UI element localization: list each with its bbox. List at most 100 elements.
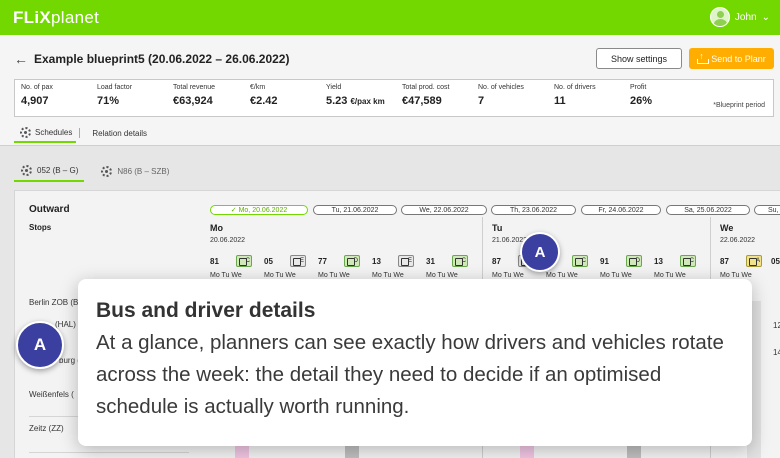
tab-schedules-label: Schedules (35, 127, 73, 137)
stat-load-factor: Load factor 71% (97, 84, 132, 107)
stat-value: 5.23 €/pax km (326, 95, 385, 107)
stat-vehicles: No. of vehicles 7 (478, 84, 524, 107)
kpi-summary: No. of pax 4,907 Load factor 71% Total r… (14, 79, 774, 117)
tab-divider (79, 128, 81, 138)
trip-number: 05 (771, 257, 780, 266)
route-tab-label: 052 (B – G) (37, 165, 79, 175)
bus-icon: A (746, 255, 762, 267)
chevron-down-icon: ⌄ (761, 11, 770, 23)
stat-value: €63,924 (173, 95, 213, 107)
flixplanet-logo[interactable]: FLiXplanet (13, 8, 99, 28)
date-pill-sun[interactable]: Su, 26.06.2022 (754, 205, 780, 215)
stat-value-number: 5.23 (326, 95, 348, 107)
stat-label: €/km (250, 84, 266, 91)
trip-card[interactable]: 05 E Mo Tu We (264, 254, 306, 282)
stat-label: Yield (326, 84, 342, 91)
trip-card[interactable]: 05 (771, 254, 780, 282)
date-pill-tue[interactable]: Tu, 21.06.2022 (313, 205, 397, 215)
trip-card[interactable]: 81 C Mo Tu We (210, 254, 252, 282)
trip-days: Mo Tu We (600, 272, 632, 279)
bus-icon: C (452, 255, 468, 267)
feature-callout: Bus and driver details At a glance, plan… (78, 279, 752, 446)
trip-number: 81 (210, 257, 219, 266)
stop-name: Berlin ZOB (B (29, 298, 79, 307)
send-to-planr-label: Send to Planr (711, 53, 766, 64)
back-arrow-icon[interactable]: ← (14, 51, 28, 67)
stat-pax: No. of pax 4,907 (21, 84, 53, 107)
trip-number: 05 (264, 257, 273, 266)
blueprint-note: *Blueprint period (713, 102, 765, 109)
upload-icon (697, 51, 710, 64)
trip-time: 14 (773, 348, 780, 357)
top-bar: FLiXplanet John ⌄ (0, 0, 780, 35)
annotation-marker[interactable]: A (520, 232, 560, 272)
trip-number: 91 (600, 257, 609, 266)
trip-time: 12 (773, 321, 780, 330)
stat-label: No. of vehicles (478, 84, 524, 91)
bus-icon: E (398, 255, 414, 267)
stat-yield: Yield 5.23 €/pax km (326, 84, 385, 107)
date-pill-wed[interactable]: We, 22.06.2022 (401, 205, 487, 215)
stop-name: Weißenfels ( (29, 390, 74, 399)
trip-days: Mo Tu We (492, 272, 524, 279)
bus-icon: D (344, 255, 360, 267)
trip-number: 87 (492, 257, 501, 266)
trip-days: Mo Tu We (546, 272, 578, 279)
day-name: We (720, 223, 734, 233)
trip-card[interactable]: 13 E Mo Tu We (372, 254, 414, 282)
trip-days: Mo Tu We (426, 272, 458, 279)
bus-icon: D (626, 255, 642, 267)
stat-value-unit: €/pax km (350, 97, 385, 106)
stat-value: €2.42 (250, 95, 278, 107)
trip-card[interactable]: 77 D Mo Tu We (318, 254, 360, 282)
show-settings-button[interactable]: Show settings (596, 48, 682, 69)
annotation-marker[interactable]: A (16, 321, 64, 369)
stop-name: burg ( (59, 356, 80, 365)
route-tab-052[interactable]: 052 (B – G) (14, 160, 85, 182)
trip-number: 13 (372, 257, 381, 266)
stop-name: (HAL) (55, 320, 76, 329)
stat-value: €47,589 (402, 95, 442, 107)
bus-icon: E (290, 255, 306, 267)
stat-label: Total revenue (173, 84, 216, 91)
day-name: Mo (210, 223, 223, 233)
stat-value: 11 (554, 95, 566, 107)
avatar (709, 7, 730, 27)
user-name: John (734, 11, 757, 23)
stop-name: Zeitz (ZZ) (29, 424, 64, 433)
stat-profit: Profit 26% (630, 84, 652, 107)
view-tabs: Schedules Relation details (14, 123, 151, 143)
tab-schedules[interactable]: Schedules (14, 123, 77, 143)
user-menu[interactable]: John ⌄ (709, 7, 770, 27)
stat-value: 7 (478, 95, 485, 107)
stat-eur-per-km: €/km €2.42 (250, 84, 278, 107)
stat-total-prod-cost: Total prod. cost €47,589 (402, 84, 449, 107)
bus-icon: C (680, 255, 696, 267)
blueprint-header: ← Example blueprint5 (20.06.2022 – 26.06… (0, 35, 780, 146)
trip-number: 77 (318, 257, 327, 266)
trip-card[interactable]: 91 D Mo Tu We (600, 254, 642, 282)
date-pill-sat[interactable]: Sa, 25.06.2022 (666, 205, 750, 215)
date-pill-fri[interactable]: Fr, 24.06.2022 (581, 205, 661, 215)
callout-body: At a glance, planners can see exactly ho… (96, 331, 724, 418)
gear-icon (20, 126, 31, 138)
trip-card[interactable]: 87 A Mo Tu We (720, 254, 762, 282)
day-date: 20.06.2022 (210, 237, 246, 244)
send-to-planr-button[interactable]: Send to Planr (689, 48, 774, 69)
trip-card[interactable]: 13 C Mo Tu We (654, 254, 696, 282)
stops-heading: Stops (29, 223, 52, 232)
trip-card[interactable]: 31 C Mo Tu We (426, 254, 468, 282)
gear-icon (101, 165, 113, 177)
day-date: 22.06.2022 (720, 237, 756, 244)
trip-days: Mo Tu We (372, 272, 404, 279)
stat-value: 26% (630, 95, 653, 107)
date-pill-thu[interactable]: Th, 23.06.2022 (491, 205, 576, 215)
tab-relation-details[interactable]: Relation details (86, 123, 151, 143)
trip-days: Mo Tu We (210, 272, 242, 279)
stat-drivers: No. of drivers 11 (554, 84, 596, 107)
date-pill-mon[interactable]: ✓ Mo, 20.06.2022 (210, 205, 308, 215)
route-tab-n86[interactable]: N86 (B – SZB) (94, 160, 175, 182)
route-tab-label: N86 (B – SZB) (117, 166, 170, 176)
stat-label: No. of pax (21, 84, 53, 91)
callout-title: Bus and driver details (96, 299, 316, 322)
